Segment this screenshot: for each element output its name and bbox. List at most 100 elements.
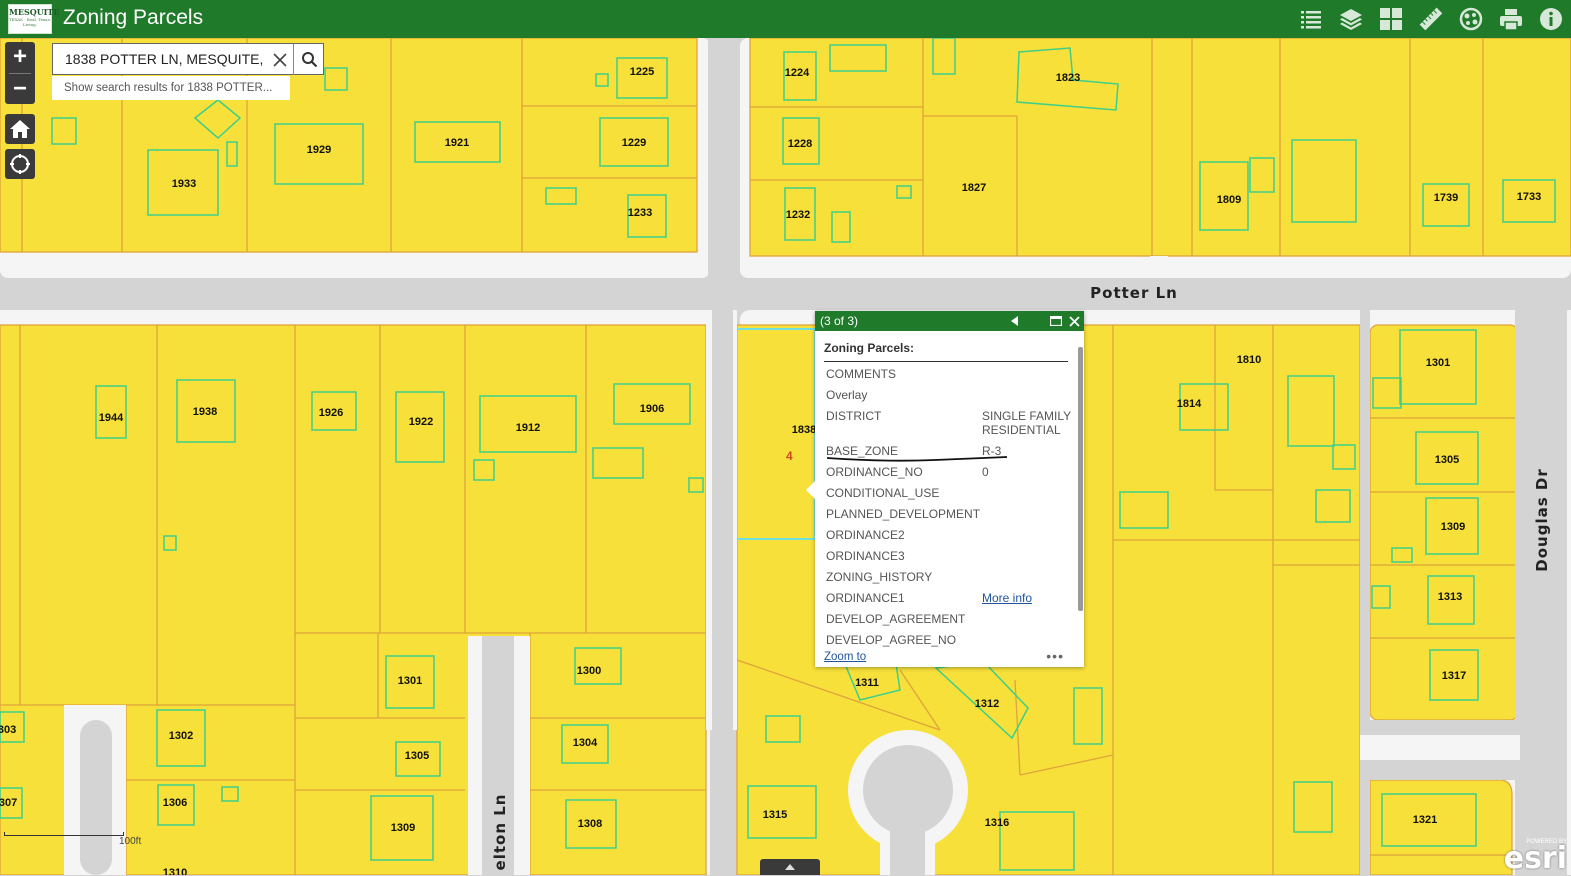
zoom-in-button[interactable]: + xyxy=(5,42,35,73)
parcel-label: 1311 xyxy=(855,677,879,689)
home-icon xyxy=(10,120,30,138)
app-header: MESQUITE TEXAS · Real. Texas. Living. Zon… xyxy=(0,0,1571,38)
parcel-label: 1316 xyxy=(985,817,1009,829)
parcel-label: 1321 xyxy=(1413,814,1437,826)
parcel-label: 1838 xyxy=(792,424,816,436)
parcel-label: 1229 xyxy=(622,137,646,149)
parcel-label: 1224 xyxy=(785,67,810,79)
popup-scrollbar[interactable] xyxy=(1078,331,1083,649)
parcel-label: 1225 xyxy=(630,66,654,78)
popup-header: (3 of 3) xyxy=(815,311,1084,331)
zoom-out-button[interactable]: − xyxy=(5,74,35,105)
triangle-left-icon xyxy=(1011,316,1018,326)
attribution-toggle[interactable] xyxy=(760,859,820,875)
parcel-label: 1309 xyxy=(391,822,415,834)
attribute-row: ZONING_HISTORY xyxy=(826,570,933,584)
scale-bar: 100ft xyxy=(4,832,141,847)
street-label-potter: Potter Ln xyxy=(1090,284,1178,302)
maximize-icon xyxy=(1050,316,1062,326)
esri-logo: POWERED BY esri xyxy=(1503,839,1567,876)
parcel-label: 1810 xyxy=(1237,354,1261,366)
parcel-label: 1302 xyxy=(169,730,193,742)
attribute-row: ORDINANCE3 xyxy=(826,549,905,563)
parcel-label: 1305 xyxy=(405,750,429,762)
parcel-label: 1926 xyxy=(319,407,343,419)
about-icon[interactable] xyxy=(1531,0,1571,38)
attribute-row: Overlay xyxy=(826,388,868,402)
parcel-label: 1739 xyxy=(1434,192,1458,204)
close-popup-button[interactable] xyxy=(1065,311,1083,331)
legend-icon[interactable] xyxy=(1291,0,1331,38)
attribute-row: COMMENTS xyxy=(826,367,896,381)
parcel-label: 307 xyxy=(0,797,17,809)
parcel-label: 1317 xyxy=(1442,670,1466,682)
locate-button[interactable] xyxy=(5,149,35,179)
scale-label: 100ft xyxy=(119,836,142,847)
parcel-label: 1305 xyxy=(1435,454,1459,466)
draw-icon[interactable] xyxy=(1451,0,1491,38)
parcel-label: 1912 xyxy=(516,422,540,434)
close-icon xyxy=(273,52,287,67)
maximize-popup-button[interactable] xyxy=(1047,311,1065,331)
parcel-label: 1309 xyxy=(1441,521,1465,533)
parcel-label: 1929 xyxy=(307,144,331,156)
layers-icon[interactable] xyxy=(1331,0,1371,38)
parcel-label: 1233 xyxy=(628,207,652,219)
attribute-row: ORDINANCE1 More info xyxy=(815,586,1078,607)
search-icon xyxy=(302,52,318,68)
parcel-label: 303 xyxy=(0,724,16,736)
attribute-row: DISTRICT SINGLE FAMILY RESIDENTIAL xyxy=(826,409,1071,437)
close-icon xyxy=(1068,315,1080,327)
header-toolbar xyxy=(1291,0,1571,38)
street-label-elton: elton Ln xyxy=(491,794,509,871)
parcel-label: 1310 xyxy=(163,867,187,875)
search-suggestion[interactable]: Show search results for 1838 POTTER... xyxy=(52,76,290,100)
parcel-label: 1301 xyxy=(1426,357,1450,369)
parcel-label: 1814 xyxy=(1177,398,1202,410)
zoom-control: + − xyxy=(5,42,35,104)
print-icon[interactable] xyxy=(1491,0,1531,38)
home-button[interactable] xyxy=(5,114,35,144)
search-input[interactable]: 1838 POTTER LN, MESQUITE, xyxy=(65,44,265,75)
parcel-label: 1301 xyxy=(398,675,422,687)
parcel-label: 1733 xyxy=(1517,191,1541,203)
previous-feature-button[interactable] xyxy=(1006,311,1024,331)
attribute-row: ORDINANCE2 xyxy=(826,528,905,542)
popup-counter: (3 of 3) xyxy=(820,314,859,328)
city-logo: MESQUITE TEXAS · Real. Texas. Living. xyxy=(8,4,59,34)
more-actions-button[interactable]: ••• xyxy=(1046,649,1064,663)
measure-icon[interactable] xyxy=(1411,0,1451,38)
clear-search-button[interactable] xyxy=(269,44,291,75)
zoning-map[interactable]: 4 1225 1229 1233 1224 1228 1232 1823 182… xyxy=(0,0,1571,875)
parcel-label: 1304 xyxy=(573,737,598,749)
popup-section-title: Zoning Parcels: xyxy=(824,341,1068,362)
more-info-link[interactable]: More info xyxy=(982,591,1077,605)
parcel-label: 1313 xyxy=(1438,591,1462,603)
popup-pointer xyxy=(806,481,815,499)
parcel-label: 1933 xyxy=(172,178,196,190)
parcel-label: 1827 xyxy=(962,182,986,194)
basemap-gallery-icon[interactable] xyxy=(1371,0,1411,38)
parcel-label: 1228 xyxy=(788,138,812,150)
parcel-label: 1906 xyxy=(640,403,664,415)
search-button[interactable] xyxy=(293,44,325,75)
attribute-row: ORDINANCE_NO 0 xyxy=(826,465,989,479)
parcel-label: 1315 xyxy=(763,809,787,821)
zoom-to-link[interactable]: Zoom to xyxy=(824,651,866,663)
chevron-up-icon xyxy=(785,864,795,870)
search-box: 1838 POTTER LN, MESQUITE, xyxy=(52,43,324,75)
attribute-row: DEVELOP_AGREE_NO xyxy=(826,633,957,647)
app-title: Zoning Parcels xyxy=(63,6,204,29)
parcel-label: 1306 xyxy=(163,797,187,809)
parcel-label: 1922 xyxy=(409,416,433,428)
attribute-row: CONDITIONAL_USE xyxy=(826,486,940,500)
parcel-label: 1809 xyxy=(1217,194,1241,206)
parcel-label: 1308 xyxy=(578,818,602,830)
parcel-label: 1232 xyxy=(786,209,810,221)
popup-content[interactable]: Zoning Parcels: COMMENTS Overlay DISTRIC… xyxy=(815,331,1078,649)
parcel-label: 1944 xyxy=(99,412,124,424)
parcel-label: 1300 xyxy=(577,665,601,677)
annotation-number: 4 xyxy=(786,449,793,463)
attribute-row: PLANNED_DEVELOPMENT xyxy=(826,507,981,521)
parcel-label: 1312 xyxy=(975,698,999,710)
